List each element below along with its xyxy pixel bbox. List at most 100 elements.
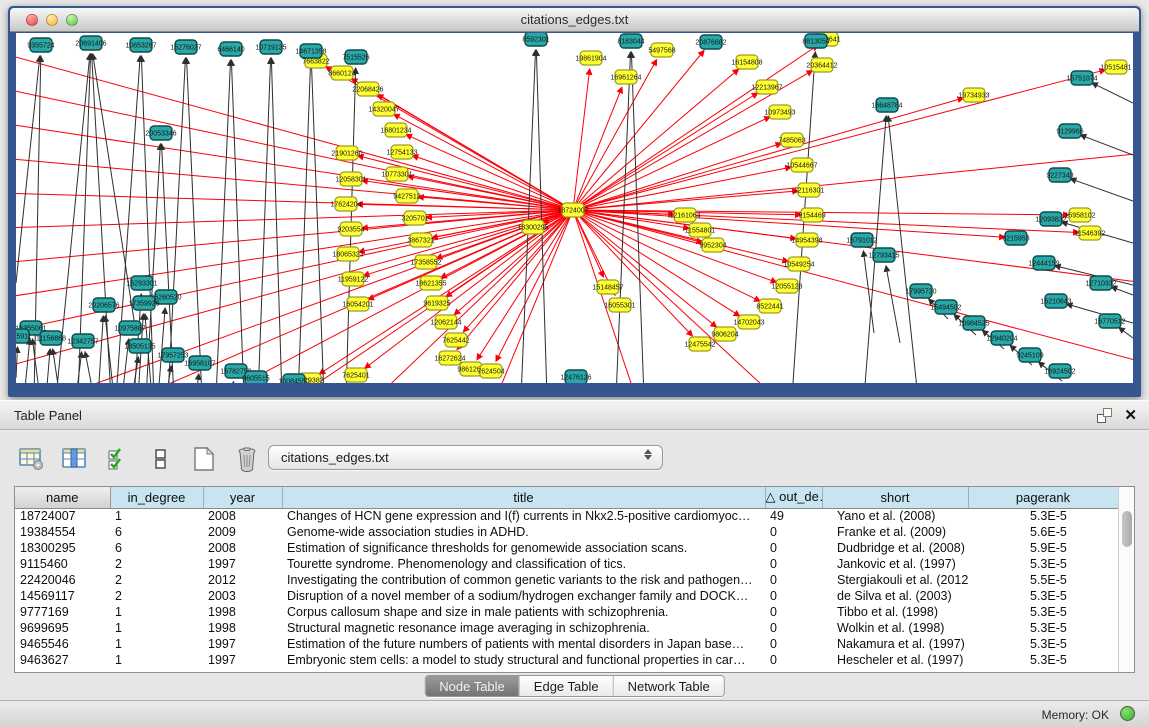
table-row[interactable]: 2242004622012Investigating the contribut… [15, 572, 1118, 588]
citation-edge[interactable] [1070, 179, 1133, 201]
table-cell[interactable]: Franke et al. (2009) [822, 524, 968, 540]
table-row[interactable]: 1456911722003Disruption of a novel membe… [15, 588, 1118, 604]
citation-network-graph[interactable]: 1872400718300295766382286601242206842614… [16, 33, 1133, 383]
float-panel-icon[interactable] [1097, 408, 1112, 423]
citation-edge[interactable] [886, 266, 900, 343]
delete-trash-icon[interactable] [233, 445, 261, 473]
table-cell[interactable]: 1998 [203, 620, 282, 636]
citation-edge-selected[interactable] [216, 210, 573, 383]
column-header-out-degree[interactable]: △ out_de… [765, 487, 822, 508]
citation-edge[interactable] [166, 366, 171, 383]
table-cell[interactable]: 6 [110, 540, 203, 556]
tab-node-table[interactable]: Node Table [425, 676, 519, 696]
scrollbar-thumb[interactable] [1122, 511, 1132, 547]
table-cell[interactable]: 9465546 [15, 636, 110, 652]
citation-edge-selected[interactable] [573, 210, 776, 383]
table-cell[interactable]: 5.3E-5 [968, 556, 1118, 572]
table-cell[interactable]: 0 [765, 524, 822, 540]
table-cell[interactable]: Hescheler et al. (1997) [822, 652, 968, 668]
citation-edge-selected[interactable] [16, 210, 573, 228]
citation-edge[interactable] [196, 374, 199, 383]
table-cell[interactable]: 9463627 [15, 652, 110, 668]
citation-edge[interactable] [141, 56, 154, 383]
table-cell[interactable]: 2008 [203, 508, 282, 524]
table-cell[interactable]: 6 [110, 524, 203, 540]
table-cell[interactable]: 0 [765, 652, 822, 668]
table-cell[interactable]: 1998 [203, 604, 282, 620]
table-row[interactable]: 1872400712008Changes of HCN gene express… [15, 508, 1118, 524]
table-row[interactable]: 1938455462009Genome-wide association stu… [15, 524, 1118, 540]
table-cell[interactable]: 1 [110, 652, 203, 668]
table-cell[interactable]: Nakamura et al. (1997) [822, 636, 968, 652]
citation-edge[interactable] [258, 58, 271, 383]
citation-edge[interactable] [298, 62, 311, 383]
table-cell[interactable]: 2 [110, 572, 203, 588]
show-columns-icon[interactable] [61, 445, 89, 473]
citation-edge-selected[interactable] [408, 176, 573, 210]
table-cell[interactable]: 0 [765, 604, 822, 620]
table-cell[interactable]: 5.3E-5 [968, 636, 1118, 652]
citation-edge[interactable] [158, 308, 165, 383]
table-cell[interactable]: 5.3E-5 [968, 588, 1118, 604]
column-header-year[interactable]: year [203, 487, 282, 508]
column-header-in-degree[interactable]: in_degree [110, 487, 203, 508]
table-cell[interactable]: 5.5E-5 [968, 572, 1118, 588]
citation-edge-selected[interactable] [573, 210, 740, 316]
table-cell[interactable]: Yano et al. (2008) [822, 508, 968, 524]
table-cell[interactable]: 1 [110, 636, 203, 652]
table-cell[interactable]: 9699695 [15, 620, 110, 636]
citation-edge[interactable] [85, 352, 94, 383]
table-cell[interactable]: 0 [765, 588, 822, 604]
table-cell[interactable]: Disruption of a novel member of a sodium… [282, 588, 765, 604]
create-column-icon[interactable] [190, 445, 218, 473]
table-cell[interactable]: 5.3E-5 [968, 508, 1118, 524]
citation-edge[interactable] [1080, 135, 1133, 155]
table-cell[interactable]: 2009 [203, 524, 282, 540]
table-cell[interactable]: Changes of HCN gene expression and I(f) … [282, 508, 765, 524]
table-cell[interactable]: 5.9E-5 [968, 540, 1118, 556]
table-cell[interactable]: 1997 [203, 556, 282, 572]
table-selector-dropdown[interactable]: citations_edges.txt [268, 445, 663, 470]
citation-edge-selected[interactable] [573, 69, 739, 210]
citation-edge-selected[interactable] [573, 210, 692, 336]
table-cell[interactable]: Structural magnetic resonance image aver… [282, 620, 765, 636]
table-cell[interactable]: de Silva et al. (2003) [822, 588, 968, 604]
citation-edge-selected[interactable] [573, 93, 758, 210]
citation-edge[interactable] [187, 58, 202, 383]
row-height-icon[interactable] [147, 445, 175, 473]
table-cell[interactable]: 5.6E-5 [968, 524, 1118, 540]
citation-edge-selected[interactable] [573, 45, 818, 210]
table-row[interactable]: 946362711997Embryonic stem cells: a mode… [15, 652, 1118, 668]
citation-edge[interactable] [16, 347, 17, 378]
column-header-name[interactable]: name [15, 487, 110, 508]
table-cell[interactable]: 18300295 [15, 540, 110, 556]
table-cell[interactable]: 2008 [203, 540, 282, 556]
table-cell[interactable]: Estimation of significance thresholds fo… [282, 540, 765, 556]
table-cell[interactable]: 9115460 [15, 556, 110, 572]
citation-edge[interactable] [16, 56, 40, 283]
network-canvas[interactable]: 1872400718300295766382286601242206842614… [16, 33, 1133, 383]
table-cell[interactable]: 22420046 [15, 572, 110, 588]
table-cell[interactable]: 1 [110, 508, 203, 524]
citation-edge[interactable] [231, 60, 244, 383]
table-cell[interactable]: 19384554 [15, 524, 110, 540]
table-panel-titlebar[interactable]: Table Panel ✕ [0, 400, 1149, 430]
window-titlebar[interactable]: citations_edges.txt [10, 8, 1139, 32]
table-cell[interactable]: Estimation of the future numbers of pati… [282, 636, 765, 652]
table-cell[interactable]: 49 [765, 508, 822, 524]
tab-edge-table[interactable]: Edge Table [519, 676, 613, 696]
table-cell[interactable]: Wolkin et al. (1998) [822, 620, 968, 636]
citation-edge[interactable] [1119, 328, 1133, 338]
table-cell[interactable]: 18724007 [15, 508, 110, 524]
citation-edge[interactable] [46, 349, 50, 383]
column-header-pagerank[interactable]: pagerank [968, 487, 1118, 508]
table-cell[interactable]: Jankovic et al. (1997) [822, 556, 968, 572]
table-cell[interactable]: 0 [765, 556, 822, 572]
table-cell[interactable]: 0 [765, 636, 822, 652]
table-vertical-scrollbar[interactable] [1118, 487, 1134, 672]
table-cell[interactable]: Embryonic stem cells: a model to study s… [282, 652, 765, 668]
citation-edge-selected[interactable] [16, 210, 573, 333]
table-cell[interactable]: 1997 [203, 652, 282, 668]
table-cell[interactable]: 2003 [203, 588, 282, 604]
citation-edge[interactable] [230, 382, 234, 383]
